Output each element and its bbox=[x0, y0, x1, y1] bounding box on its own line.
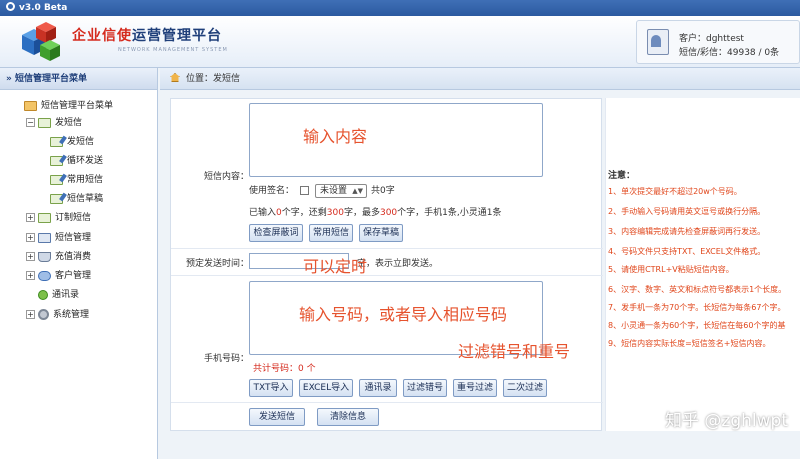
menu-send-sms-group[interactable]: − 发短信 bbox=[26, 115, 82, 131]
note-item: 4、号码文件只支持TXT、EXCEL文件格式。 bbox=[608, 247, 766, 256]
note-item: 9、短信内容实际长度=短信签名+短信内容。 bbox=[608, 339, 771, 348]
cubes-logo-icon bbox=[22, 22, 60, 61]
content-annotation: 输入内容 bbox=[303, 127, 368, 146]
notes-panel: 注意： 1、单次提交最好不超过20w个号码。 2、手动输入号码请用英文逗号或换行… bbox=[605, 98, 800, 431]
filter-wrong-button[interactable]: 过滤错号 bbox=[403, 379, 447, 397]
brand-title: 企业信使运营管理平台 bbox=[72, 28, 222, 44]
gear-icon bbox=[38, 309, 49, 320]
send-sms-form: 短信内容： 输入内容 使用签名： 未设置 ▲▼ 共0字 已输入0个字，还剩300字，最… bbox=[170, 98, 603, 431]
breadcrumb: 位置：发短信 bbox=[160, 68, 800, 90]
contacts-icon bbox=[38, 289, 48, 300]
mail-edit-icon bbox=[50, 174, 63, 185]
char-count: 共0字 bbox=[371, 186, 395, 196]
id-card-icon bbox=[647, 29, 669, 55]
menu-item-loop-send[interactable]: 循环发送 bbox=[50, 153, 103, 169]
note-item: 3、内容编辑完成请先检查屏蔽词再行发送。 bbox=[608, 227, 766, 236]
mail-edit-icon bbox=[50, 155, 63, 166]
signature-checkbox[interactable] bbox=[300, 186, 310, 195]
secondary-filter-button[interactable]: 二次过滤 bbox=[503, 379, 547, 397]
gear-icon bbox=[6, 2, 15, 11]
menu-item-send-sms[interactable]: 发短信 bbox=[50, 134, 94, 150]
expand-icon[interactable]: + bbox=[26, 252, 35, 261]
clear-info-button[interactable]: 清除信息 bbox=[317, 408, 379, 426]
menu-system[interactable]: + 系统管理 bbox=[26, 307, 89, 323]
schedule-label: 预定发送时间： bbox=[185, 259, 249, 269]
expand-icon[interactable]: + bbox=[26, 213, 35, 222]
title-bar: v3.0 Beta bbox=[0, 0, 800, 16]
mail-icon bbox=[38, 117, 51, 128]
char-counter: 已输入0个字，还剩300字，最多300个字，手机1条,小灵通1条 bbox=[249, 208, 502, 218]
dedupe-button[interactable]: 重号过滤 bbox=[453, 379, 497, 397]
mail-edit-icon bbox=[50, 136, 63, 147]
notes-title: 注意： bbox=[608, 171, 636, 181]
mail-icon bbox=[38, 212, 51, 223]
schedule-hint: 空，表示立即发送。 bbox=[357, 259, 439, 269]
account-panel: 客户：dghttest 短信/彩信：49938 / 0条 bbox=[636, 20, 800, 64]
users-icon bbox=[38, 270, 51, 281]
signature-row: 使用签名： 未设置 ▲▼ 共0字 bbox=[249, 183, 395, 198]
content-label: 短信内容： bbox=[203, 172, 249, 182]
collapse-icon[interactable]: − bbox=[26, 118, 35, 127]
sms-balance: 短信/彩信：49938 / 0条 bbox=[679, 48, 780, 58]
home-icon bbox=[170, 73, 180, 82]
sidebar-title: » 短信管理平台菜单 bbox=[0, 68, 157, 90]
menu-root[interactable]: 短信管理平台菜单 bbox=[24, 98, 113, 114]
note-item: 1、单次提交最好不超过20w个号码。 bbox=[608, 187, 742, 196]
send-sms-button[interactable]: 发送短信 bbox=[249, 408, 305, 426]
expand-icon[interactable]: + bbox=[26, 233, 35, 242]
expand-icon[interactable]: + bbox=[26, 271, 35, 280]
schedule-annotation: 可以定时 bbox=[303, 257, 368, 276]
main-content: 位置：发短信 短信内容： 输入内容 使用签名： 未设置 ▲▼ 共0字 已输入0个字，还… bbox=[160, 68, 800, 459]
bottom-annotation: 过滤错号和重号 bbox=[458, 342, 571, 361]
note-item: 8、小灵通一条为60个字，长短信在每60个字的基 bbox=[608, 321, 786, 330]
txt-import-button[interactable]: TXT导入 bbox=[249, 379, 293, 397]
list-icon bbox=[38, 232, 51, 243]
note-item: 2、手动输入号码请用英文逗号或换行分隔。 bbox=[608, 207, 766, 216]
menu-item-common-sms[interactable]: 常用短信 bbox=[50, 172, 103, 188]
sidebar: » 短信管理平台菜单 短信管理平台菜单 − 发短信 发短信 循环发送 常用短信 短… bbox=[0, 68, 158, 459]
signature-select[interactable]: 未设置 ▲▼ bbox=[315, 183, 368, 198]
note-item: 6、汉字、数字、英文和标点符号都表示1个长度。 bbox=[608, 285, 787, 294]
menu-recharge[interactable]: + 充值消费 bbox=[26, 249, 91, 265]
menu-custom-sms[interactable]: + 订制短信 bbox=[26, 210, 91, 226]
note-item: 5、请使用CTRL+V粘贴短信内容。 bbox=[608, 265, 734, 274]
save-draft-button[interactable]: 保存草稿 bbox=[359, 224, 403, 242]
phone-annotation: 输入号码，或者导入相应号码 bbox=[299, 305, 508, 324]
watermark: 知乎 @zghlwpt bbox=[665, 411, 788, 431]
menu-sms-management[interactable]: + 短信管理 bbox=[26, 230, 91, 246]
contacts-button[interactable]: 通讯录 bbox=[359, 379, 397, 397]
expand-icon[interactable]: + bbox=[26, 310, 35, 319]
header: 企业信使运营管理平台 NETWORK MANAGEMENT SYSTEM 客户：… bbox=[0, 16, 800, 68]
menu-contacts[interactable]: 通讯录 bbox=[38, 287, 79, 303]
customer-name: 客户：dghttest bbox=[679, 34, 744, 44]
note-item: 7、发手机一条为70个字。长短信为每条67个字。 bbox=[608, 303, 786, 312]
phone-count: 共计号码：0 个 bbox=[253, 364, 316, 374]
common-sms-button[interactable]: 常用短信 bbox=[309, 224, 353, 242]
cart-icon bbox=[38, 251, 51, 262]
home-icon bbox=[24, 100, 37, 111]
excel-import-button[interactable]: EXCEL导入 bbox=[299, 379, 353, 397]
select-arrow-icon: ▲▼ bbox=[352, 186, 364, 195]
brand-subtitle: NETWORK MANAGEMENT SYSTEM bbox=[118, 47, 228, 53]
menu-item-drafts[interactable]: 短信草稿 bbox=[50, 191, 103, 207]
menu-customer-management[interactable]: + 客户管理 bbox=[26, 268, 91, 284]
check-blocked-words-button[interactable]: 检查屏蔽词 bbox=[249, 224, 303, 242]
phone-label: 手机号码： bbox=[203, 354, 249, 364]
sms-content-textarea[interactable] bbox=[249, 103, 543, 177]
mail-edit-icon bbox=[50, 193, 63, 204]
version-title: v3.0 Beta bbox=[19, 3, 68, 13]
